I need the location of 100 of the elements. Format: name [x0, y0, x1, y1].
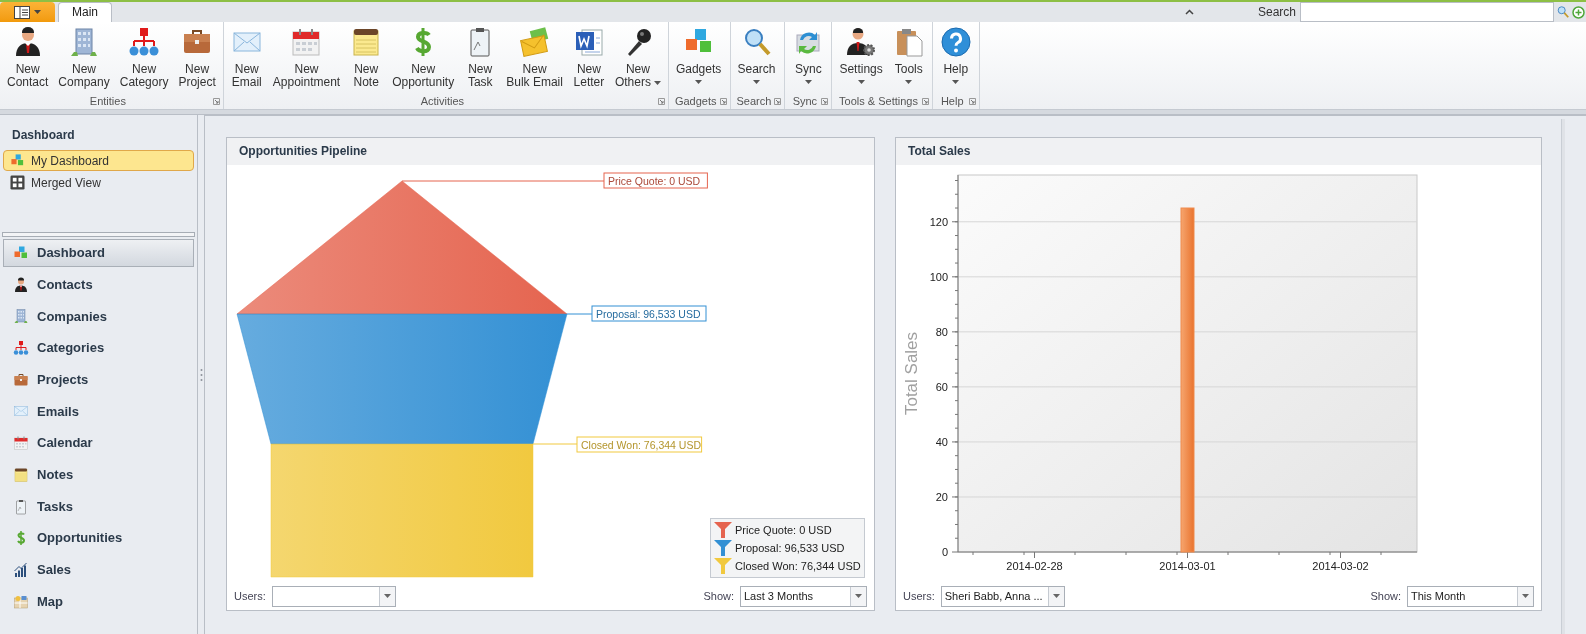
dialog-launcher-icon[interactable] — [821, 97, 829, 105]
nav-item[interactable]: Tasks — [3, 492, 194, 521]
map-icon — [13, 593, 29, 610]
caret-icon — [855, 594, 862, 598]
ribbon-button[interactable]: Sync — [787, 26, 830, 84]
funnel-label: Price Quote: 0 USD — [603, 172, 708, 189]
person-icon — [13, 276, 29, 293]
ribbon-button[interactable]: New Company — [53, 26, 115, 89]
grid-icon — [10, 175, 25, 190]
ribbon-group-label: Sync — [791, 94, 819, 108]
notepad-icon — [13, 466, 29, 483]
building-icon — [13, 308, 29, 325]
nav-item[interactable]: Projects — [3, 365, 194, 394]
add-icon — [1572, 5, 1585, 19]
ribbon-group-label: Help — [939, 94, 965, 108]
legend-label: Proposal: 96,533 USD — [735, 540, 845, 556]
x-tick-label: 2014-02-28 — [1006, 560, 1063, 572]
nav-item[interactable]: Notes — [3, 460, 194, 489]
x-tick-label: 2014-03-02 — [1312, 560, 1369, 572]
splitter-grip-icon[interactable] — [199, 367, 203, 382]
dialog-launcher-icon[interactable] — [921, 97, 929, 105]
caret-icon — [383, 594, 391, 598]
bar-chart-icon — [13, 561, 29, 578]
ribbon-button[interactable]: New Category — [114, 26, 174, 89]
ribbon-button[interactable]: Tools — [887, 26, 930, 84]
panel-title: Opportunities Pipeline — [227, 138, 874, 165]
ribbon-button[interactable]: New Opportunity — [387, 26, 460, 89]
sidebar-header: Dashboard — [11, 127, 76, 144]
nav-item[interactable]: Categories — [3, 334, 194, 363]
org-chart-icon — [13, 340, 29, 357]
y-tick-label: 20 — [935, 490, 948, 503]
search-field[interactable] — [1300, 2, 1554, 22]
panel-icon — [14, 5, 30, 19]
leader-line — [566, 313, 593, 315]
ribbon-group-label: Gadgets — [673, 94, 717, 108]
ribbon-button[interactable]: Help — [934, 26, 977, 84]
ribbon-button[interactable]: New Contact — [2, 26, 54, 89]
nav-item[interactable]: Sales — [3, 555, 194, 584]
nav-item[interactable]: Calendar — [3, 429, 194, 458]
nav-item[interactable]: Map — [3, 587, 194, 616]
nav-item[interactable]: Opportunities — [3, 524, 194, 553]
search-icon — [1556, 5, 1570, 19]
funnel-label: Closed Won: 76,344 USD — [576, 436, 703, 453]
ribbon-group-label: Entities — [88, 94, 127, 108]
ribbon-button[interactable]: Settings — [834, 26, 888, 84]
caret-icon — [1522, 594, 1529, 598]
nav-item[interactable]: Emails — [3, 397, 194, 426]
nav-item[interactable]: Contacts — [3, 270, 194, 299]
app-menu-button[interactable] — [0, 2, 55, 22]
ribbon-button[interactable]: New Task — [459, 26, 502, 89]
ribbon-button[interactable]: Search — [732, 26, 781, 84]
ribbon-button[interactable]: New Letter — [567, 26, 610, 89]
ribbon-group-label: Activities — [419, 94, 466, 108]
combo-label: Show: — [1370, 588, 1401, 604]
dialog-launcher-icon[interactable] — [719, 97, 727, 105]
briefcase-icon — [13, 371, 29, 388]
dashboard-view-item[interactable]: Merged View — [3, 172, 194, 193]
y-tick-label: 80 — [935, 325, 948, 338]
nav-item[interactable]: Dashboard — [3, 239, 194, 267]
dialog-launcher-icon[interactable] — [212, 97, 220, 105]
cubes-icon — [10, 153, 25, 168]
calendar-icon — [13, 435, 29, 452]
funnel-label: Proposal: 96,533 USD — [591, 305, 707, 322]
collapse-ribbon-icon[interactable] — [1184, 9, 1194, 16]
y-tick-label: 60 — [935, 380, 948, 393]
envelopes-icon — [518, 26, 551, 58]
dialog-launcher-icon[interactable] — [968, 97, 976, 105]
help-icon — [939, 26, 972, 58]
dialog-launcher-icon[interactable] — [657, 97, 665, 105]
cubes-icon — [13, 245, 29, 261]
users-dropdown[interactable] — [271, 585, 396, 607]
dashboard-view-item[interactable]: My Dashboard — [3, 150, 194, 171]
ribbon-button[interactable]: Gadgets — [670, 26, 727, 84]
ribbon-button[interactable]: New Bulk Email — [501, 26, 568, 89]
ribbon-tab[interactable]: Main — [58, 2, 112, 22]
period-dropdown[interactable]: This Month — [1407, 585, 1534, 607]
legend-label: Closed Won: 76,344 USD — [735, 558, 861, 574]
y-tick-label: 0 — [941, 546, 948, 558]
scrollbar[interactable] — [1561, 119, 1565, 634]
ribbon-button[interactable]: New Project — [173, 26, 221, 89]
legend-label: Price Quote: 0 USD — [735, 522, 832, 538]
caret-icon — [34, 10, 41, 14]
ribbon-button[interactable]: New Others — [609, 26, 666, 89]
person-gear-icon — [845, 26, 878, 58]
calendar-icon — [290, 26, 323, 58]
x-tick-label: 2014-03-01 — [1159, 560, 1216, 572]
dialog-launcher-icon[interactable] — [774, 97, 782, 105]
leader-line — [532, 443, 578, 445]
ribbon-button[interactable]: New Email — [225, 26, 268, 89]
ribbon-button[interactable]: New Appointment — [267, 26, 346, 89]
nav-item[interactable]: Companies — [3, 302, 194, 331]
search-label: Search — [1257, 4, 1296, 21]
ribbon-group-label: Search — [735, 94, 772, 108]
org-chart-icon — [128, 26, 161, 58]
caret-icon — [1052, 594, 1060, 598]
ribbon-button[interactable]: New Note — [345, 26, 388, 89]
combo-label: Users: — [903, 588, 935, 604]
users-dropdown[interactable]: Sheri Babb, Anna ... — [940, 585, 1065, 607]
period-dropdown[interactable]: Last 3 Months — [740, 585, 867, 607]
panel-title: Total Sales — [896, 138, 1541, 165]
